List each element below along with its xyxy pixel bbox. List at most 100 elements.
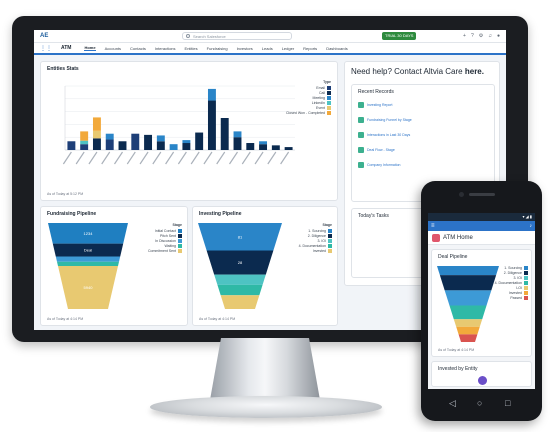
help-title: Need help? Contact Altvia Care here. [351, 67, 484, 76]
legend-swatch [178, 248, 182, 253]
tab-investors[interactable]: Investors [237, 46, 253, 51]
x-tick-label [177, 151, 187, 165]
plus-icon[interactable]: + [463, 32, 466, 40]
bar-segment [105, 133, 114, 140]
legend-label: Pitch Sent [160, 233, 176, 238]
tab-ledger[interactable]: Ledger [282, 46, 294, 51]
phone-deal-funnel [437, 266, 499, 342]
phone-fab[interactable] [478, 376, 487, 385]
search-placeholder: Search Salesforce [193, 34, 226, 39]
legend-swatch [524, 290, 528, 295]
app-nav: ⋮⋮ ATM Home Accounts Contacts Interactio… [34, 43, 506, 55]
legend-swatch [178, 243, 182, 248]
funnel-stage [453, 319, 483, 327]
legend-item: Commitment Sent [126, 248, 182, 253]
help-link[interactable]: here. [465, 67, 484, 76]
fundraising-as-of: As of Today at 4:14 PM [47, 317, 84, 321]
recent-record-label[interactable]: Investing Report [367, 103, 393, 107]
avatar[interactable]: ● [497, 32, 500, 40]
legend-label: Waiting [164, 243, 176, 248]
x-tick-label [152, 151, 162, 165]
legend-title: Type [323, 80, 331, 84]
legend-label: 4. Documentation [298, 243, 326, 248]
recent-record-label[interactable]: Deal Flow - Stage [367, 148, 395, 152]
legend-label: 2. Diligence [503, 270, 522, 275]
bar-segment [156, 141, 165, 150]
tab-home[interactable]: Home [84, 45, 96, 51]
legend-title: Stage [322, 223, 332, 227]
tab-contacts[interactable]: Contacts [130, 46, 146, 51]
legend-swatch [524, 270, 528, 275]
legend-label: 2. Diligence [307, 233, 326, 238]
phone-nav-bar: ◁ ○ □ [421, 389, 542, 421]
bar-segment [131, 133, 140, 150]
fundraising-legend: Stage Initial Contact Pitch Sent In Discus… [126, 223, 182, 253]
menu-icon[interactable]: ≡ [431, 223, 435, 229]
recent-record-label[interactable]: Interactions in Last 30 Days [367, 133, 410, 137]
recent-record-item[interactable]: Fundraising Funnel by Stage [358, 116, 412, 124]
tab-entities[interactable]: Entities [185, 46, 198, 51]
legend-label: Initial Contact [154, 228, 176, 233]
legend-label: Call [318, 90, 325, 95]
investing-funnel: 81 28 [198, 223, 282, 309]
funnel-stage [458, 334, 478, 342]
bar-segment [80, 131, 89, 141]
phone-deal-pipeline-card: Deal Pipeline 1. Sourcing 2. Diligence 3. … [431, 249, 532, 357]
funnel-stage [55, 256, 121, 262]
legend-swatch [327, 85, 331, 90]
x-tick-label [241, 151, 251, 165]
recent-records-title: Recent Records [358, 89, 394, 95]
tab-interactions[interactable]: Interactions [155, 46, 176, 51]
phone: ▾ ◢ ▮ ≡ ♪ ATM Home Deal Pipeline 1. Sour… [421, 181, 542, 421]
recent-record-item[interactable]: Deal Flow - Stage [358, 146, 395, 154]
app-launcher-icon[interactable]: ⋮⋮ [40, 45, 52, 52]
x-tick-label [88, 151, 98, 165]
gear-icon[interactable]: ⚙ [479, 32, 483, 40]
recent-record-item[interactable]: Interactions in Last 30 Days [358, 131, 410, 139]
entities-as-of: As of Today at 5:12 PM [47, 192, 84, 196]
search-input[interactable]: Search Salesforce [182, 32, 292, 40]
phone-home-title: ATM Home [443, 234, 473, 241]
help-icon[interactable]: ? [471, 32, 474, 40]
recent-record-item[interactable]: Company Information [358, 161, 400, 169]
legend-label: LinkedIn [311, 100, 325, 105]
bar-segment [246, 143, 255, 150]
tab-dashboards[interactable]: Dashboards [326, 46, 348, 51]
home-button-icon[interactable]: ○ [477, 399, 482, 408]
entities-bar-chart [62, 85, 295, 165]
app-name: ATM [61, 45, 72, 51]
legend-label: Invested [312, 248, 326, 253]
x-tick-label [203, 151, 213, 165]
recent-record-label[interactable]: Company Information [367, 163, 400, 167]
bar-segment [195, 132, 204, 150]
funnel-stage [439, 275, 497, 291]
funnel-stage [444, 290, 492, 306]
investing-as-of: As of Today at 4:14 PM [199, 317, 236, 321]
funnel-stage [217, 284, 263, 296]
bell-icon[interactable]: ♫ [488, 32, 492, 40]
bar-segment [233, 131, 242, 138]
phone-as-of: As of Today at 4:14 PM [438, 348, 475, 352]
entities-legend: Type Email Call Meeting LinkedIn Event Closed… [271, 80, 331, 115]
trial-badge[interactable]: TRIAL 30 DAYS [382, 32, 417, 40]
app-logo[interactable]: AE [40, 32, 58, 40]
bar-segment [220, 118, 229, 150]
phone-home-header: ATM Home [428, 231, 535, 245]
bar-segment [80, 140, 89, 145]
back-icon[interactable]: ◁ [449, 399, 456, 408]
phone-status-bar: ▾ ◢ ▮ [428, 213, 535, 221]
legend-swatch [328, 228, 332, 233]
tab-reports[interactable]: Reports [303, 46, 317, 51]
recents-icon[interactable]: □ [505, 399, 510, 408]
legend-swatch [524, 275, 528, 280]
tab-leads[interactable]: Leads [262, 46, 273, 51]
bell-icon[interactable]: ♪ [530, 223, 533, 229]
tab-accounts[interactable]: Accounts [105, 46, 121, 51]
x-tick-label [254, 151, 264, 165]
recent-record-item[interactable]: Investing Report [358, 101, 393, 109]
legend-swatch [328, 248, 332, 253]
x-tick-label [139, 151, 149, 165]
tab-fundraising[interactable]: Fundraising [207, 46, 228, 51]
bar-segment [259, 141, 268, 145]
recent-record-label[interactable]: Fundraising Funnel by Stage [367, 118, 412, 122]
